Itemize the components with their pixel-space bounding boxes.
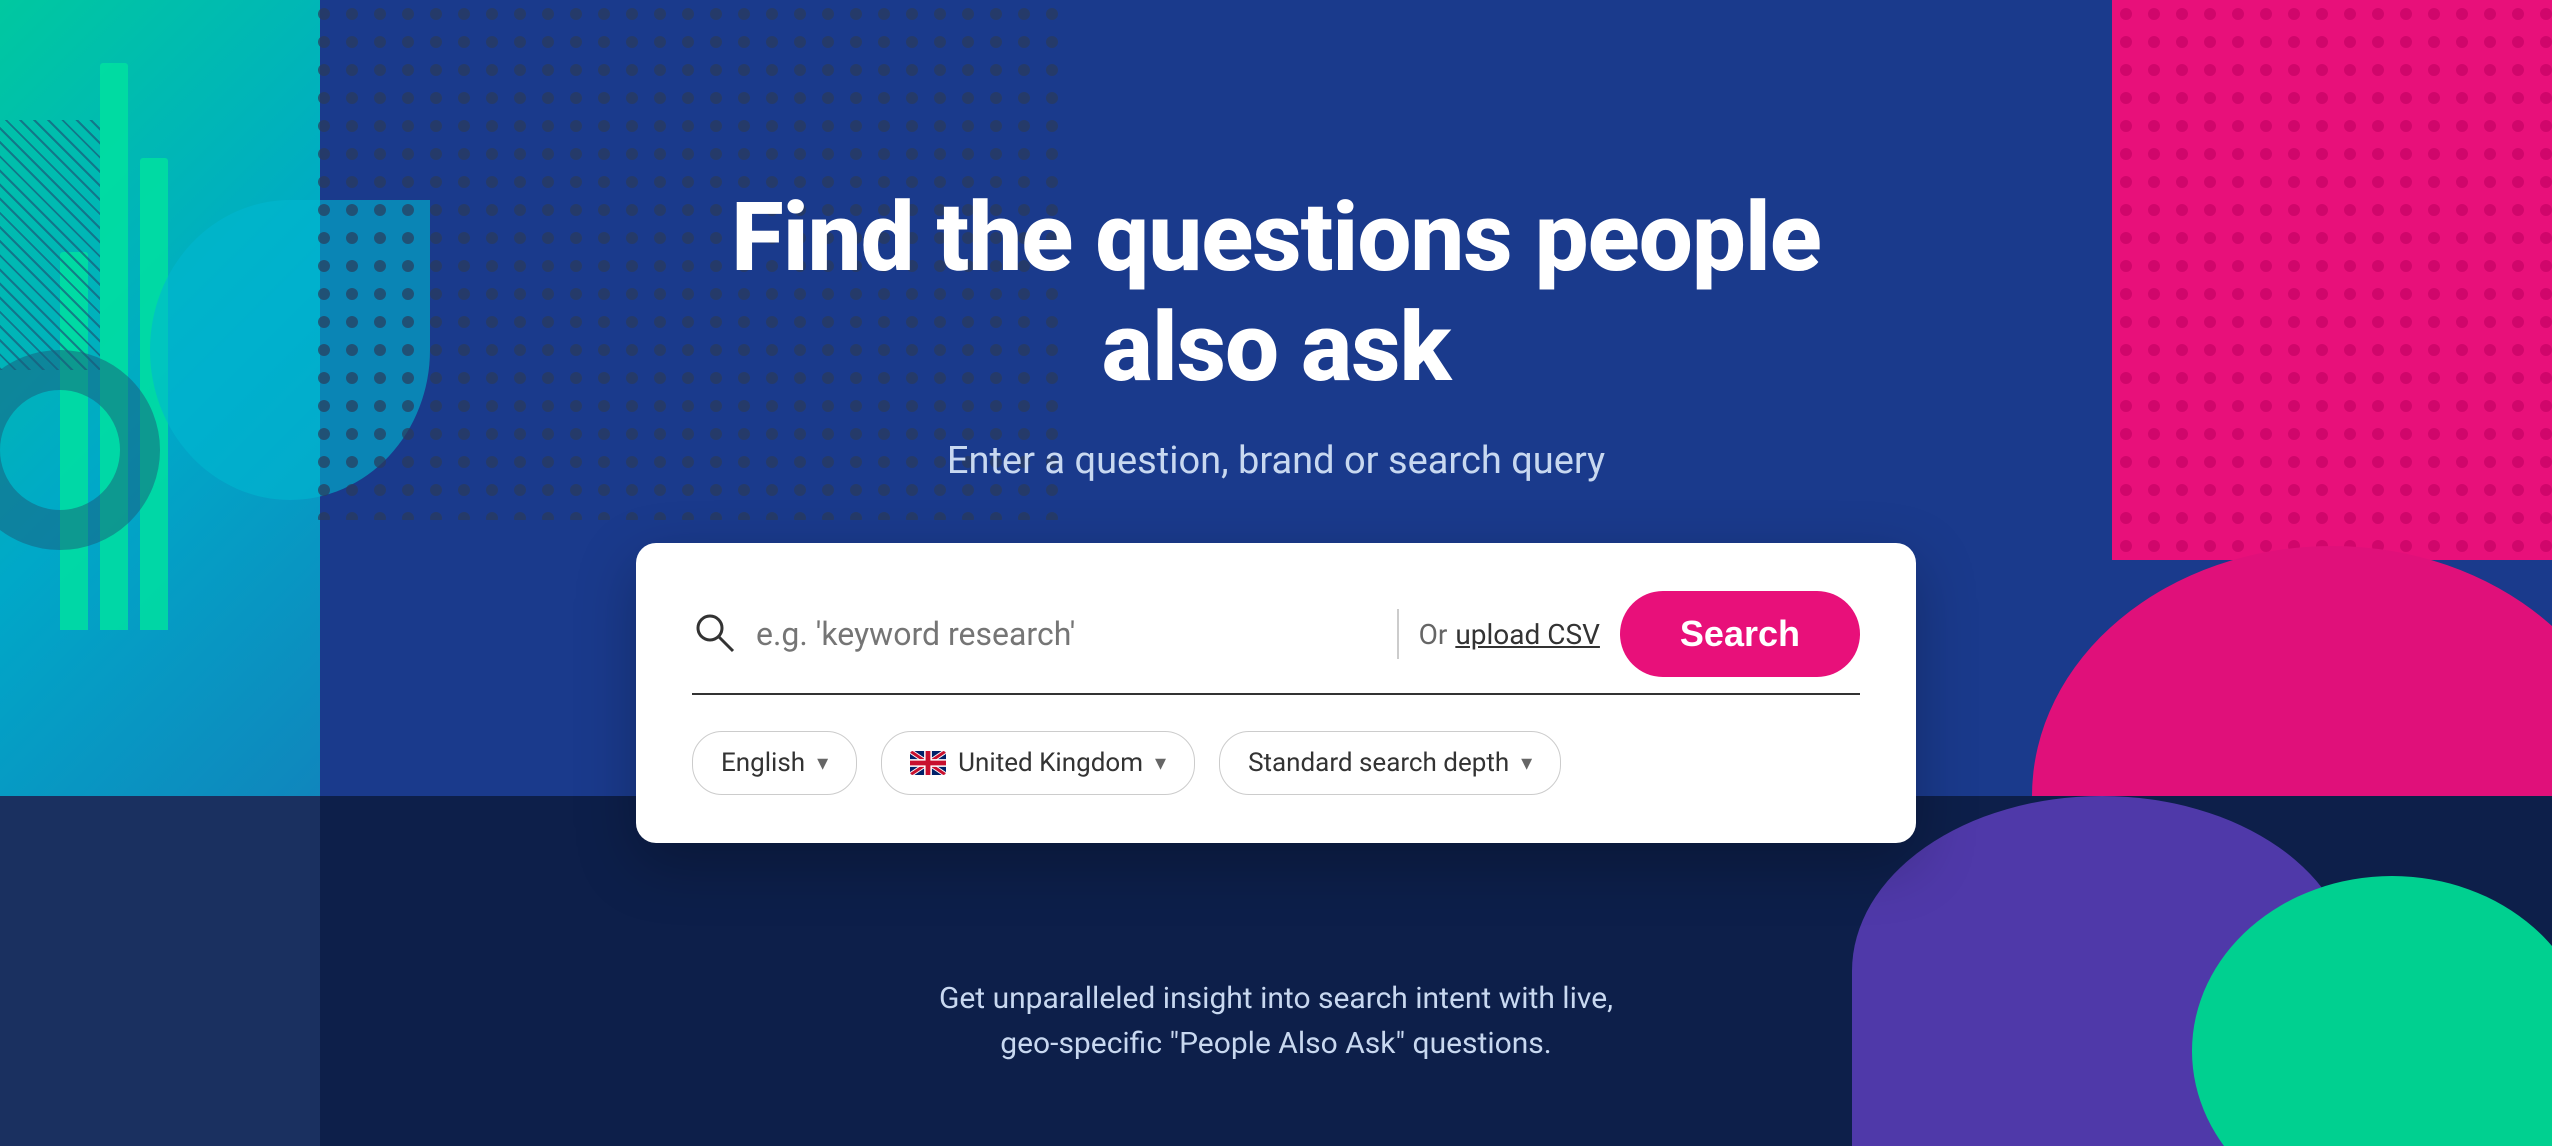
upload-csv-link[interactable]: upload CSV xyxy=(1455,618,1600,651)
language-label: English xyxy=(721,748,805,778)
depth-label: Standard search depth xyxy=(1248,748,1509,778)
depth-chevron-icon: ▾ xyxy=(1521,751,1532,776)
search-card: Or upload CSV Search English ▾ xyxy=(636,543,1916,843)
depth-filter[interactable]: Standard search depth ▾ xyxy=(1219,731,1561,795)
hero-section: ★ ★ xyxy=(0,0,2552,1146)
main-content: Find the questions people also ask Enter… xyxy=(0,183,2552,844)
language-filter[interactable]: English ▾ xyxy=(692,731,857,795)
bottom-dark-left xyxy=(0,796,320,1146)
upload-prefix-label: Or xyxy=(1419,618,1448,651)
country-chevron-icon: ▾ xyxy=(1155,751,1166,776)
uk-flag-icon xyxy=(910,751,946,775)
country-label: United Kingdom xyxy=(958,748,1143,778)
bottom-text-line2: geo-specific "People Also Ask" questions… xyxy=(826,1021,1726,1066)
bottom-text-line1: Get unparalleled insight into search int… xyxy=(826,976,1726,1021)
bottom-text: Get unparalleled insight into search int… xyxy=(826,976,1726,1066)
search-row: Or upload CSV Search xyxy=(692,591,1860,695)
search-icon xyxy=(692,610,736,654)
hero-title: Find the questions people also ask xyxy=(726,183,1826,404)
upload-csv-section: Or upload CSV xyxy=(1419,618,1600,651)
filter-row: English ▾ United Kingdom ▾ xyxy=(692,731,1860,795)
search-icon-wrapper xyxy=(692,610,736,658)
search-input[interactable] xyxy=(756,615,1377,653)
country-filter[interactable]: United Kingdom ▾ xyxy=(881,731,1195,795)
search-button[interactable]: Search xyxy=(1620,591,1860,677)
input-divider xyxy=(1397,609,1399,659)
hero-subtitle: Enter a question, brand or search query xyxy=(947,439,1605,483)
language-chevron-icon: ▾ xyxy=(817,751,828,776)
